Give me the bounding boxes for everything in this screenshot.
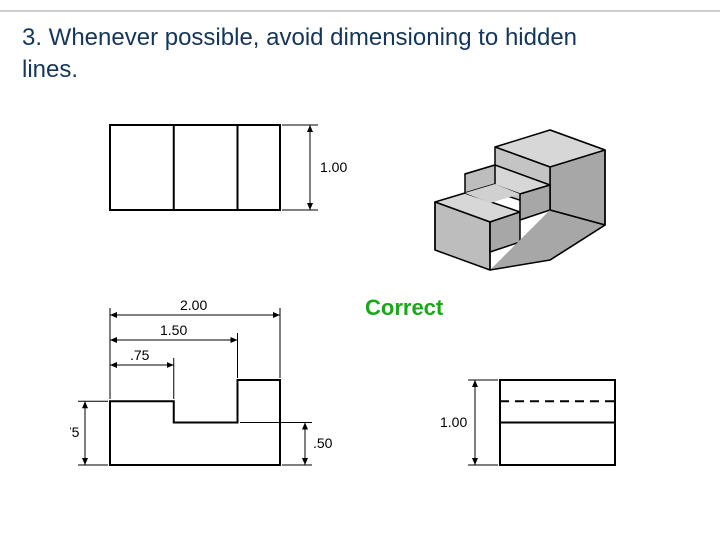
label-correct: Correct bbox=[365, 295, 444, 320]
dim-top-height: 1.00 bbox=[320, 159, 347, 175]
dim-front-h050: .50 bbox=[313, 435, 333, 451]
dim-front-w200: 2.00 bbox=[180, 297, 207, 313]
isometric-view bbox=[435, 130, 605, 270]
dim-front-w150: 1.50 bbox=[160, 322, 187, 338]
dim-front-h075: .75 bbox=[70, 424, 80, 440]
side-view: 1.00 bbox=[440, 380, 615, 465]
diagram-canvas: 1.00 .75 1.50 2.00 .75 .50 bbox=[70, 115, 700, 535]
top-divider bbox=[0, 10, 720, 12]
front-view: .75 1.50 2.00 .75 .50 bbox=[70, 297, 333, 465]
dim-side-height: 1.00 bbox=[440, 414, 467, 430]
dim-front-w075: .75 bbox=[130, 347, 150, 363]
page-title: 3. Whenever possible, avoid dimensioning… bbox=[22, 22, 622, 87]
top-view: 1.00 bbox=[110, 125, 347, 210]
